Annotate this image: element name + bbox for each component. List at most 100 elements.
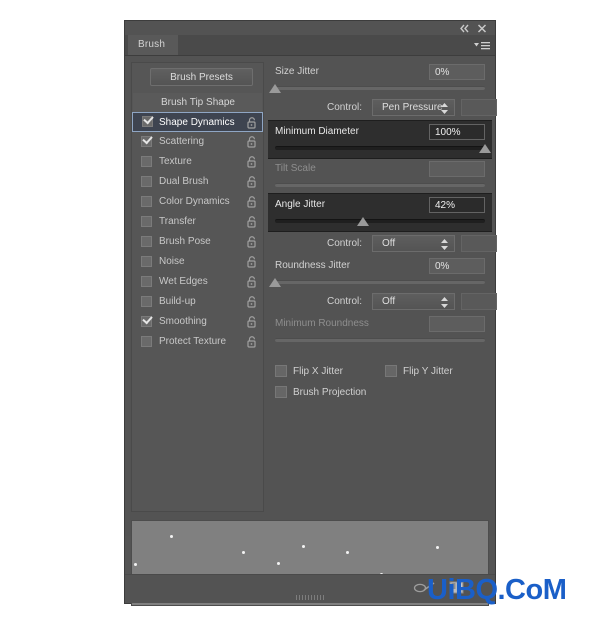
sidebar-item-wet-edges[interactable]: Wet Edges (133, 272, 262, 292)
sidebar-item-dual-brush[interactable]: Dual Brush (133, 172, 262, 192)
lock-open-icon[interactable] (247, 176, 257, 188)
lock-open-icon[interactable] (247, 256, 257, 268)
lock-open-icon[interactable] (247, 156, 257, 168)
flip-x-jitter-label: Flip X Jitter (293, 366, 344, 377)
angle-jitter-value[interactable]: 42% (429, 197, 485, 213)
roundness-jitter-track (275, 280, 485, 284)
sidebar-item-scattering[interactable]: Scattering (133, 132, 262, 152)
angle-jitter-thumb[interactable] (357, 217, 370, 226)
collapse-to-icons-button[interactable] (459, 23, 471, 34)
preview-dot (302, 545, 305, 548)
sidebar-item-color-dynamics[interactable]: Color Dynamics (133, 192, 262, 212)
sidebar-item-smoothing[interactable]: Smoothing (133, 312, 262, 332)
option-label: Smoothing (159, 316, 207, 327)
roundness-control-side-field[interactable] (461, 293, 497, 310)
roundness-jitter-slider[interactable] (269, 276, 491, 290)
sidebar-item-shape-dynamics[interactable]: Shape Dynamics (132, 112, 263, 132)
option-label: Protect Texture (159, 336, 227, 347)
minimum-diameter-thumb[interactable] (479, 144, 491, 153)
sidebar-item-protect-texture[interactable]: Protect Texture (133, 332, 262, 352)
screenshot-root: Brush Brush Presets Brush Tip Shape Shap… (0, 0, 600, 617)
size-jitter-slider[interactable] (269, 82, 491, 96)
option-label: Wet Edges (159, 276, 208, 287)
option-checkbox[interactable] (141, 136, 152, 147)
option-checkbox[interactable] (141, 176, 152, 187)
lock-open-icon[interactable] (247, 117, 257, 129)
option-checkbox[interactable] (141, 336, 152, 347)
size-control-side-field[interactable] (461, 99, 497, 116)
lock-open-icon[interactable] (247, 196, 257, 208)
option-checkbox[interactable] (141, 256, 152, 267)
sidebar-item-build-up[interactable]: Build-up (133, 292, 262, 312)
size-control-row: Control: Pen Pressure (269, 96, 497, 120)
lock-open-icon[interactable] (247, 136, 257, 148)
brush-presets-button[interactable]: Brush Presets (150, 68, 253, 86)
chevron-updown-icon (441, 103, 448, 114)
chevron-updown-icon (441, 297, 448, 308)
angle-jitter-row: Angle Jitter 42% (269, 195, 491, 215)
option-label: Noise (159, 256, 185, 267)
lock-open-icon[interactable] (247, 216, 257, 228)
angle-control-dropdown[interactable]: Off (372, 235, 455, 252)
tab-brush[interactable]: Brush (128, 35, 179, 55)
size-jitter-thumb[interactable] (269, 84, 281, 93)
option-checkbox[interactable] (141, 296, 152, 307)
size-control-dropdown[interactable]: Pen Pressure (372, 99, 455, 116)
minimum-diameter-row: Minimum Diameter 100% (269, 122, 491, 142)
minimum-diameter-slider[interactable] (269, 142, 491, 156)
chevron-updown-icon (441, 239, 448, 250)
lock-open-icon[interactable] (247, 236, 257, 248)
option-checkbox[interactable] (141, 156, 152, 167)
option-checkbox[interactable] (141, 276, 152, 287)
brush-projection-checkbox[interactable] (275, 386, 287, 398)
angle-control-row: Control: Off (269, 232, 497, 256)
lock-open-icon[interactable] (247, 316, 257, 328)
preview-dot (170, 535, 173, 538)
shape-dynamics-controls: Size Jitter 0% Control: Pen Pressure Min… (268, 62, 497, 512)
brush-projection-label: Brush Projection (293, 387, 367, 398)
size-jitter-value[interactable]: 0% (429, 64, 485, 80)
tilt-scale-value (429, 161, 485, 177)
lock-open-icon[interactable] (247, 276, 257, 288)
angle-control-side-field[interactable] (461, 235, 497, 252)
option-checkbox[interactable] (141, 316, 152, 327)
option-checkbox[interactable] (142, 116, 153, 127)
panel-titlebar (125, 21, 495, 35)
preview-dot (242, 551, 245, 554)
roundness-jitter-row: Roundness Jitter 0% (269, 256, 491, 276)
roundness-jitter-thumb[interactable] (269, 278, 281, 287)
angle-jitter-label: Angle Jitter (275, 199, 326, 210)
size-jitter-label: Size Jitter (275, 66, 319, 77)
angle-jitter-slider[interactable] (269, 215, 491, 229)
brush-option-rows: Shape Dynamics Scattering Texture Dual Brus… (132, 112, 263, 352)
tilt-scale-slider (269, 179, 491, 193)
roundness-jitter-value[interactable]: 0% (429, 258, 485, 274)
option-checkbox[interactable] (141, 216, 152, 227)
sidebar-item-noise[interactable]: Noise (133, 252, 262, 272)
flip-jitter-row: Flip X Jitter Flip Y Jitter (269, 362, 491, 383)
close-icon[interactable] (476, 23, 488, 34)
option-label: Dual Brush (159, 176, 209, 187)
option-label: Color Dynamics (159, 196, 230, 207)
option-label: Texture (159, 156, 192, 167)
sidebar-item-brush-pose[interactable]: Brush Pose (133, 232, 262, 252)
preview-dot (346, 551, 349, 554)
resize-grip[interactable] (296, 595, 324, 600)
minimum-diameter-value[interactable]: 100% (429, 124, 485, 140)
sidebar-item-brush-tip-shape[interactable]: Brush Tip Shape (133, 93, 262, 112)
lock-open-icon[interactable] (247, 336, 257, 348)
option-checkbox[interactable] (141, 236, 152, 247)
panel-menu-icon[interactable] (474, 39, 490, 51)
size-jitter-track (275, 86, 485, 90)
sidebar-item-transfer[interactable]: Transfer (133, 212, 262, 232)
lock-open-icon[interactable] (247, 296, 257, 308)
sidebar-item-texture[interactable]: Texture (133, 152, 262, 172)
flip-x-jitter-checkbox[interactable] (275, 365, 287, 377)
roundness-control-dropdown[interactable]: Off (372, 293, 455, 310)
angle-jitter-track (275, 219, 485, 223)
tilt-scale-row: Tilt Scale (269, 159, 491, 179)
option-checkbox[interactable] (141, 196, 152, 207)
option-label: Brush Pose (159, 236, 211, 247)
flip-y-jitter-checkbox[interactable] (385, 365, 397, 377)
panel-tabbar: Brush (125, 35, 495, 56)
